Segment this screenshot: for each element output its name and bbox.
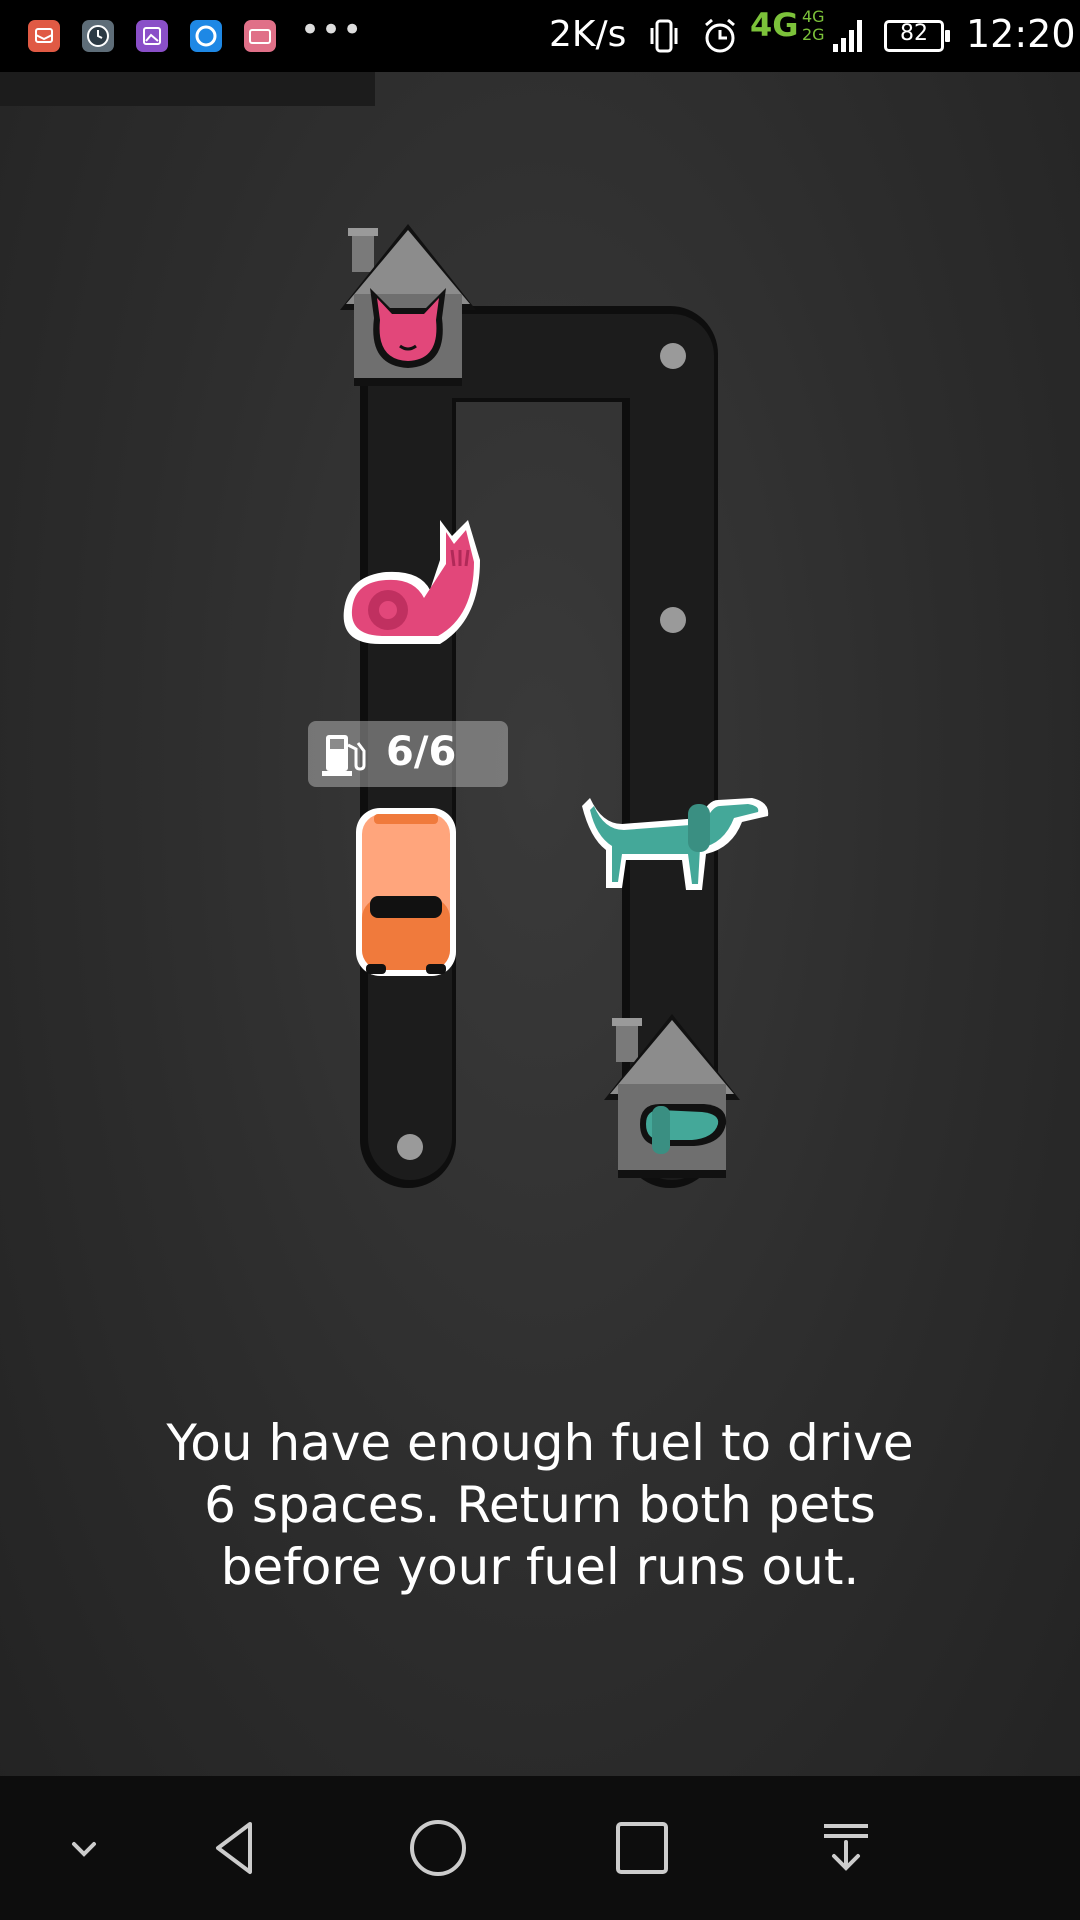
instruction-line-3: before your fuel runs out. (220, 1538, 860, 1596)
instruction-line-1: You have enough fuel to drive (166, 1414, 914, 1472)
collapse-icon[interactable] (52, 1816, 116, 1880)
fuel-count: 6/6 (386, 729, 457, 775)
cat-house (340, 224, 476, 386)
back-icon[interactable] (204, 1816, 268, 1880)
notification-pull-icon[interactable] (814, 1816, 878, 1880)
fuel-counter: 6/6 (308, 721, 508, 787)
navigation-bar (0, 1776, 1080, 1920)
fuel-pump-icon (322, 735, 366, 776)
game-board (340, 224, 769, 1188)
car[interactable] (356, 808, 456, 976)
recents-icon[interactable] (610, 1816, 674, 1880)
home-icon[interactable] (406, 1816, 470, 1880)
dog-house (604, 1014, 740, 1178)
instruction-text: You have enough fuel to drive 6 spaces. … (90, 1412, 990, 1598)
instruction-line-2: 6 spaces. Return both pets (204, 1476, 876, 1534)
road-node[interactable] (660, 343, 686, 369)
road-node[interactable] (397, 1134, 423, 1160)
road-node[interactable] (660, 607, 686, 633)
